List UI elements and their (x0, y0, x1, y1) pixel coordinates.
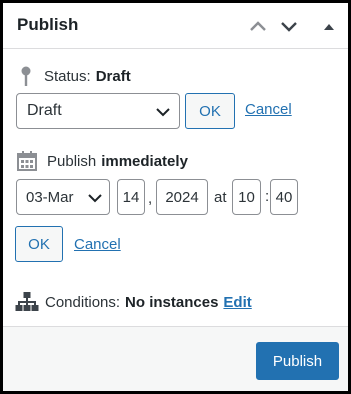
status-label: Status: (44, 67, 91, 85)
triangle-up-icon (324, 24, 334, 30)
conditions-label: Conditions: (45, 293, 121, 311)
hour-input[interactable]: 10 (232, 179, 261, 215)
calendar-icon (17, 151, 37, 171)
conditions-value: No instances (125, 293, 219, 311)
status-select[interactable]: Draft (16, 93, 180, 129)
panel-header: Publish (3, 3, 348, 49)
day-input[interactable]: 14 (117, 179, 145, 215)
status-ok-button[interactable]: OK (185, 93, 235, 129)
status-cancel-link[interactable]: Cancel (245, 101, 292, 118)
minute-input[interactable]: 40 (270, 179, 298, 215)
panel-title: Publish (17, 15, 79, 34)
chevron-down-icon (156, 108, 170, 117)
publish-panel: Publish Status: Draft Draft OK Cancel Pu… (0, 0, 351, 394)
schedule-ok-button[interactable]: OK (15, 226, 63, 262)
schedule-value: immediately (101, 152, 188, 170)
month-select[interactable]: 03-Mar (16, 179, 110, 215)
schedule-row: Publish immediately (16, 150, 188, 172)
publish-button[interactable]: Publish (256, 342, 339, 380)
toggle-panel-button[interactable] (318, 15, 340, 37)
move-up-button[interactable] (247, 15, 269, 37)
sitemap-icon (15, 292, 39, 311)
panel-footer: Publish (3, 326, 348, 391)
pin-icon (21, 66, 31, 86)
chevron-down-icon (88, 194, 102, 203)
month-select-value: 03-Mar (26, 188, 74, 206)
at-label: at (214, 189, 227, 206)
year-input[interactable]: 2024 (156, 179, 208, 215)
status-value: Draft (95, 67, 131, 85)
status-select-value: Draft (27, 102, 62, 119)
status-row: Status: Draft (17, 65, 131, 87)
chevron-down-icon (281, 22, 297, 32)
date-comma: , (148, 190, 153, 207)
move-down-button[interactable] (278, 15, 300, 37)
conditions-row: Conditions: No instances Edit (15, 291, 252, 313)
schedule-cancel-link[interactable]: Cancel (74, 236, 121, 253)
time-colon: : (265, 188, 270, 205)
conditions-edit-link[interactable]: Edit (223, 294, 251, 311)
chevron-up-icon (250, 21, 266, 31)
schedule-label: Publish (47, 152, 97, 170)
